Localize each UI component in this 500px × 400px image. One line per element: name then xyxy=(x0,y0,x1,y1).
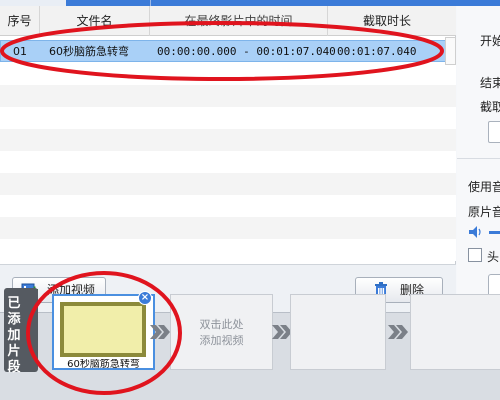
empty-row xyxy=(0,63,456,85)
empty-row xyxy=(0,239,456,261)
empty-row xyxy=(0,217,456,239)
header-range[interactable]: 在最终影片中的时间 xyxy=(150,6,328,36)
clip-preview-image xyxy=(60,302,146,357)
chevron-right-icon xyxy=(150,325,170,339)
chevron-right-icon xyxy=(272,325,292,339)
header-duration[interactable]: 截取时长 xyxy=(328,6,446,36)
cell-index: 01 xyxy=(13,45,27,58)
end-label: 结束 xyxy=(480,76,500,90)
placeholder-line1: 双击此处 xyxy=(199,318,244,331)
empty-row xyxy=(0,173,456,195)
cell-filename: 60秒脑筋急转弯 xyxy=(49,45,129,58)
empty-row xyxy=(0,195,456,217)
cut-button[interactable] xyxy=(488,121,500,143)
cell-duration: 00:01:07.040 xyxy=(337,45,417,58)
placeholder-line2: 添加视频 xyxy=(199,334,244,347)
table-scrollbar[interactable] xyxy=(445,37,456,65)
empty-row xyxy=(0,107,456,129)
head-checkbox[interactable] xyxy=(468,248,482,262)
table-row[interactable]: 01 60秒脑筋急转弯 00:00:00.000 - 00:01:07.040 … xyxy=(0,40,456,62)
volume-slider[interactable] xyxy=(489,231,500,234)
panel-divider xyxy=(457,158,500,159)
empty-row xyxy=(0,129,456,151)
empty-row xyxy=(0,151,456,173)
chevron-right-icon xyxy=(388,325,408,339)
use-audio-label: 使用音 xyxy=(468,180,500,194)
empty-clip-slot[interactable] xyxy=(290,294,386,370)
table-header: 序号 文件名 在最终影片中的时间 截取时长 xyxy=(0,6,456,36)
cell-range: 00:00:00.000 - 00:01:07.040 xyxy=(157,45,336,58)
start-label: 开始 xyxy=(480,34,500,48)
close-icon[interactable]: × xyxy=(138,291,152,305)
original-audio-label: 原片音 xyxy=(468,205,500,219)
right-settings-panel: 开始 结束 截取 使用音 原片音 头 xyxy=(457,6,500,312)
header-index[interactable]: 序号 xyxy=(0,6,40,36)
cut-label: 截取 xyxy=(480,100,500,114)
head-label: 头 xyxy=(487,250,500,264)
added-clips-label: 已添加片段 xyxy=(7,296,21,375)
volume-icon xyxy=(469,226,481,238)
empty-row xyxy=(0,85,456,107)
clip-thumbnail[interactable]: 60秒脑筋急转弯 xyxy=(52,294,155,370)
empty-clip-slot[interactable] xyxy=(410,294,500,370)
header-filename[interactable]: 文件名 xyxy=(40,6,150,36)
clip-name: 60秒脑筋急转弯 xyxy=(67,359,140,370)
empty-clip-slot[interactable]: 双击此处 添加视频 xyxy=(170,294,273,370)
